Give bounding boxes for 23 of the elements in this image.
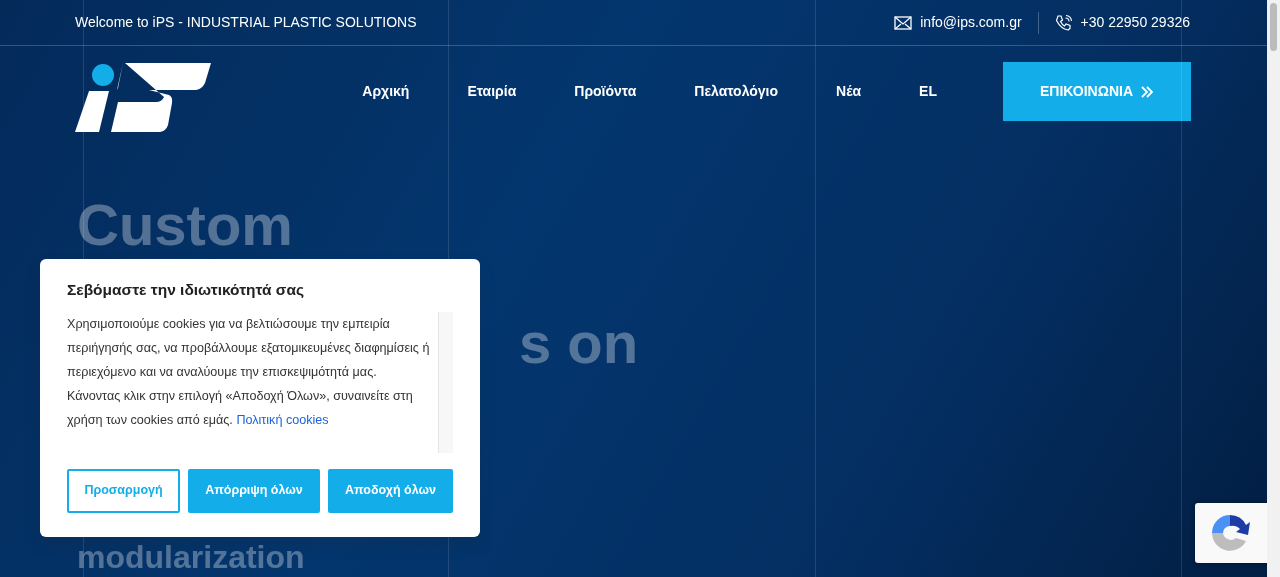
- cookie-policy-link[interactable]: Πολιτική cookies: [236, 412, 329, 427]
- email-link[interactable]: info@ips.com.gr: [920, 12, 1022, 33]
- welcome-text: Welcome to iPS - INDUSTRIAL PLASTIC SOLUTIONS: [75, 13, 417, 32]
- double-chevron-icon: [1141, 85, 1154, 98]
- nav-link[interactable]: EL: [890, 81, 966, 102]
- nav-link[interactable]: Αρχική: [333, 81, 439, 102]
- scrollbar-thumb[interactable]: [1270, 3, 1277, 51]
- logo[interactable]: [75, 62, 211, 134]
- nav-link[interactable]: Προϊόντα: [545, 81, 666, 102]
- hero-heading: modularization: [77, 541, 305, 573]
- scrollbar[interactable]: [1267, 0, 1280, 577]
- nav-link[interactable]: Εταιρία: [438, 81, 546, 102]
- nav-link[interactable]: Νέα: [807, 81, 891, 102]
- phone-link[interactable]: +30 22950 29326: [1080, 12, 1190, 33]
- phone-icon: [1054, 13, 1073, 32]
- nav-link[interactable]: Πελατολόγιο: [665, 81, 808, 102]
- cookie-notice-text: Χρησιμοποιούμε cookies για να βελτιώσουμε την εμπειρία περιήγησής σας, να προβάλλουμε εξατομικευμένες διαφημίσεις ή περιεχόμενο και να αναλύουμε την επισκεψιμότητά μας. Κάνοντας κλικ στην επιλογή «Αποδοχή Όλων», συναινείτε στη χρήση των cookies από εμάς. Πολιτική cookies: [67, 315, 430, 429]
- hero-heading: s on: [519, 314, 639, 372]
- recaptcha-icon: [1209, 512, 1251, 554]
- scrollbar[interactable]: [438, 311, 453, 453]
- hero-heading: Custom: [77, 196, 293, 254]
- mail-icon: [894, 15, 913, 30]
- dialog-title: Σεβόμαστε την ιδιωτικότητά σας: [67, 281, 306, 300]
